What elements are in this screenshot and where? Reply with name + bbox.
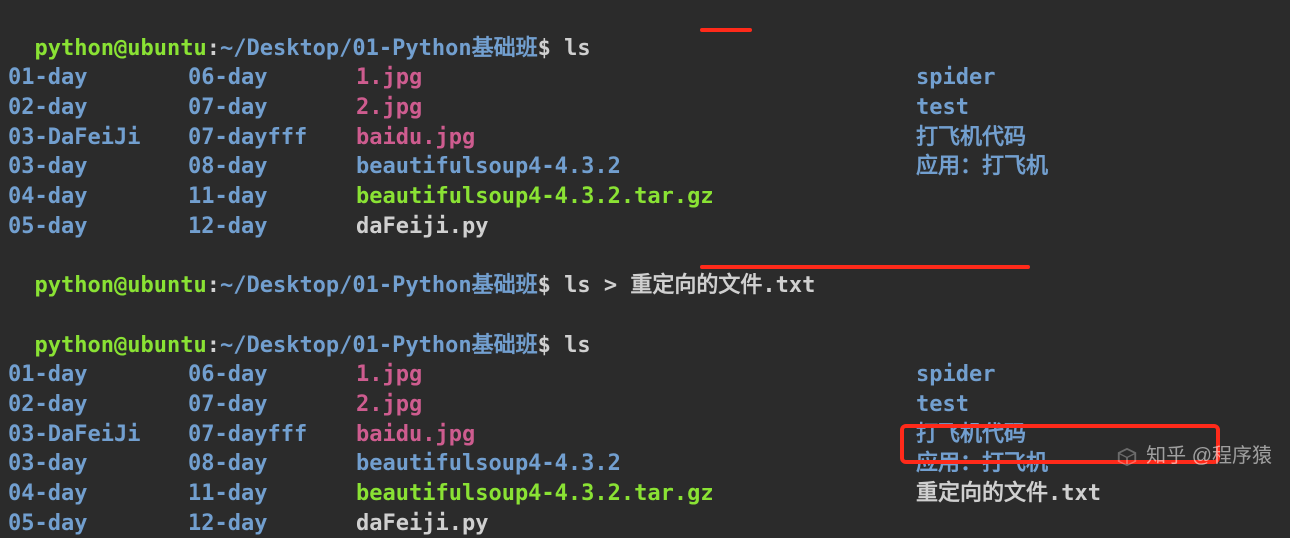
file-entry: baidu.jpg — [356, 123, 916, 153]
file-entry: 1.jpg — [356, 360, 916, 390]
file-entry: 11-day — [188, 182, 356, 212]
file-entry: daFeiji.py — [356, 212, 916, 242]
annotation-underline-redirect — [700, 265, 1030, 269]
file-entry: beautifulsoup4-4.3.2 — [356, 152, 916, 182]
command-ls-1: ls — [564, 36, 591, 61]
file-entry-redirect-output: 重定向的文件.txt — [916, 479, 1101, 509]
ls-row: 03-day 08-day beautifulsoup4-4.3.2 应用：打飞… — [8, 152, 1282, 182]
ls-row: 04-day 11-day beautifulsoup4-4.3.2.tar.g… — [8, 182, 1282, 212]
file-entry: 01-day — [8, 63, 188, 93]
file-entry: 07-dayfff — [188, 420, 356, 450]
file-entry: 02-day — [8, 390, 188, 420]
prompt-colon: : — [207, 333, 220, 358]
file-entry: 12-day — [188, 509, 356, 538]
prompt-dollar: $ — [538, 333, 565, 358]
file-entry: beautifulsoup4-4.3.2.tar.gz — [356, 479, 916, 509]
prompt-at: @ — [114, 273, 127, 298]
file-entry: test — [916, 93, 969, 123]
file-entry: spider — [916, 63, 995, 93]
file-entry: 03-day — [8, 152, 188, 182]
ls-row: 04-day 11-day beautifulsoup4-4.3.2.tar.g… — [8, 479, 1282, 509]
file-entry: 05-day — [8, 509, 188, 538]
file-entry: 06-day — [188, 360, 356, 390]
file-entry: 07-dayfff — [188, 123, 356, 153]
prompt-path: ~/Desktop/01-Python基础班 — [220, 333, 538, 358]
file-entry: 05-day — [8, 212, 188, 242]
file-entry: 07-day — [188, 390, 356, 420]
file-entry: 03-DaFeiJi — [8, 420, 188, 450]
prompt-host: ubuntu — [127, 36, 206, 61]
ls-output-1: 01-day 06-day 1.jpg spider 02-day 07-day… — [8, 63, 1282, 241]
prompt-line-1[interactable]: python@ubuntu:~/Desktop/01-Python基础班$ ls — [8, 4, 1282, 63]
file-entry: beautifulsoup4-4.3.2.tar.gz — [356, 182, 916, 212]
file-entry: 03-DaFeiJi — [8, 123, 188, 153]
prompt-line-2[interactable]: python@ubuntu:~/Desktop/01-Python基础班$ ls… — [8, 242, 1282, 301]
file-entry: 06-day — [188, 63, 356, 93]
file-entry: 02-day — [8, 93, 188, 123]
file-entry: daFeiji.py — [356, 509, 916, 538]
prompt-dollar: $ — [538, 36, 565, 61]
file-entry: spider — [916, 360, 995, 390]
ls-row: 02-day 07-day 2.jpg test — [8, 93, 1282, 123]
file-entry: 04-day — [8, 182, 188, 212]
prompt-colon: : — [207, 273, 220, 298]
prompt-user: python — [35, 36, 114, 61]
ls-row: 01-day 06-day 1.jpg spider — [8, 360, 1282, 390]
prompt-colon: : — [207, 36, 220, 61]
prompt-at: @ — [114, 36, 127, 61]
zhihu-icon — [1116, 446, 1138, 468]
file-entry: 01-day — [8, 360, 188, 390]
prompt-host: ubuntu — [127, 273, 206, 298]
file-entry: 打飞机代码 — [916, 123, 1026, 153]
annotation-underline-ls — [700, 28, 752, 32]
file-entry: 1.jpg — [356, 63, 916, 93]
file-entry: 12-day — [188, 212, 356, 242]
ls-row: 01-day 06-day 1.jpg spider — [8, 63, 1282, 93]
file-entry: 07-day — [188, 93, 356, 123]
watermark: 知乎 @程序猿 — [1116, 443, 1272, 470]
file-entry: 应用：打飞机 — [916, 152, 1048, 182]
file-entry: beautifulsoup4-4.3.2 — [356, 449, 916, 479]
prompt-dollar: $ — [538, 273, 565, 298]
watermark-text: 知乎 @程序猿 — [1146, 443, 1272, 470]
file-entry: 2.jpg — [356, 390, 916, 420]
command-ls-2: ls — [564, 333, 591, 358]
file-entry: 08-day — [188, 449, 356, 479]
file-entry: 2.jpg — [356, 93, 916, 123]
file-entry: 03-day — [8, 449, 188, 479]
prompt-line-3[interactable]: python@ubuntu:~/Desktop/01-Python基础班$ ls — [8, 301, 1282, 360]
file-entry: 04-day — [8, 479, 188, 509]
ls-row: 03-DaFeiJi 07-dayfff baidu.jpg 打飞机代码 — [8, 123, 1282, 153]
prompt-host: ubuntu — [127, 333, 206, 358]
prompt-user: python — [35, 273, 114, 298]
file-entry: test — [916, 390, 969, 420]
file-entry: 11-day — [188, 479, 356, 509]
prompt-path: ~/Desktop/01-Python基础班 — [220, 36, 538, 61]
file-entry: 08-day — [188, 152, 356, 182]
command-redirect: ls > 重定向的文件.txt — [564, 273, 815, 298]
prompt-path: ~/Desktop/01-Python基础班 — [220, 273, 538, 298]
ls-row: 05-day 12-day daFeiji.py — [8, 509, 1282, 538]
ls-row: 05-day 12-day daFeiji.py — [8, 212, 1282, 242]
prompt-at: @ — [114, 333, 127, 358]
ls-row: 02-day 07-day 2.jpg test — [8, 390, 1282, 420]
prompt-user: python — [35, 333, 114, 358]
file-entry: baidu.jpg — [356, 420, 916, 450]
